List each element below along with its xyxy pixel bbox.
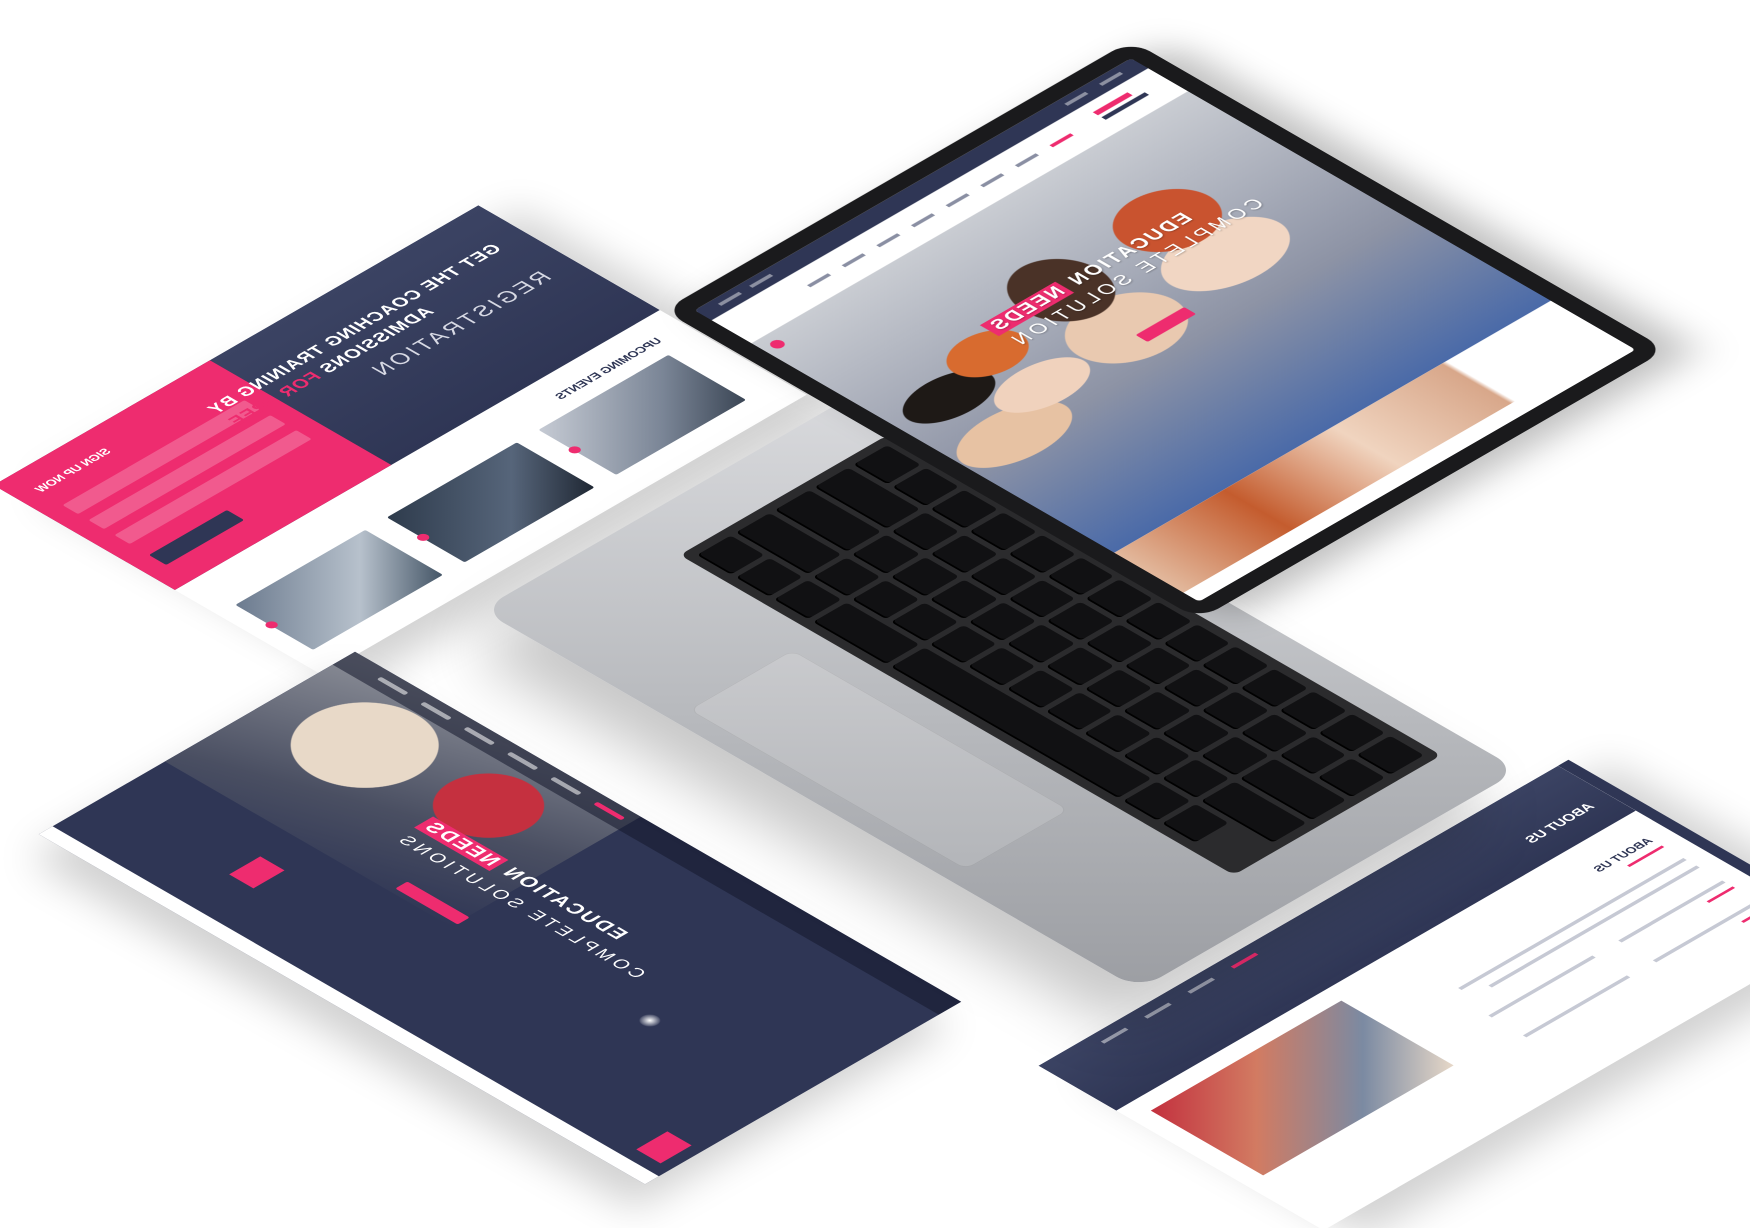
light-flare [634,1011,666,1030]
event-date-dot [262,619,281,630]
nav-item [876,233,901,248]
nav-item [910,213,936,228]
mockup-stage: SIGN UP NOW GET THE COACHING TRAINING BY… [0,0,1750,1228]
about-banner-title: ABOUT US [1520,800,1598,846]
nav-item [1014,153,1040,168]
event-thumbnail [386,442,595,563]
event-date-dot [566,444,584,455]
nav-item [980,173,1005,188]
event-date-dot [414,532,432,543]
nav-item [806,273,832,288]
nav-item [945,193,970,208]
accent-block [636,1131,692,1164]
hero-headline: EDUCATION NEEDS COMPLETE SOLUTIONS [390,816,858,1087]
event-thumbnail [235,529,443,650]
nav-item [841,253,866,268]
accent-block [229,856,285,889]
event-thumbnail [538,354,747,475]
nav-item-home [1049,133,1074,148]
